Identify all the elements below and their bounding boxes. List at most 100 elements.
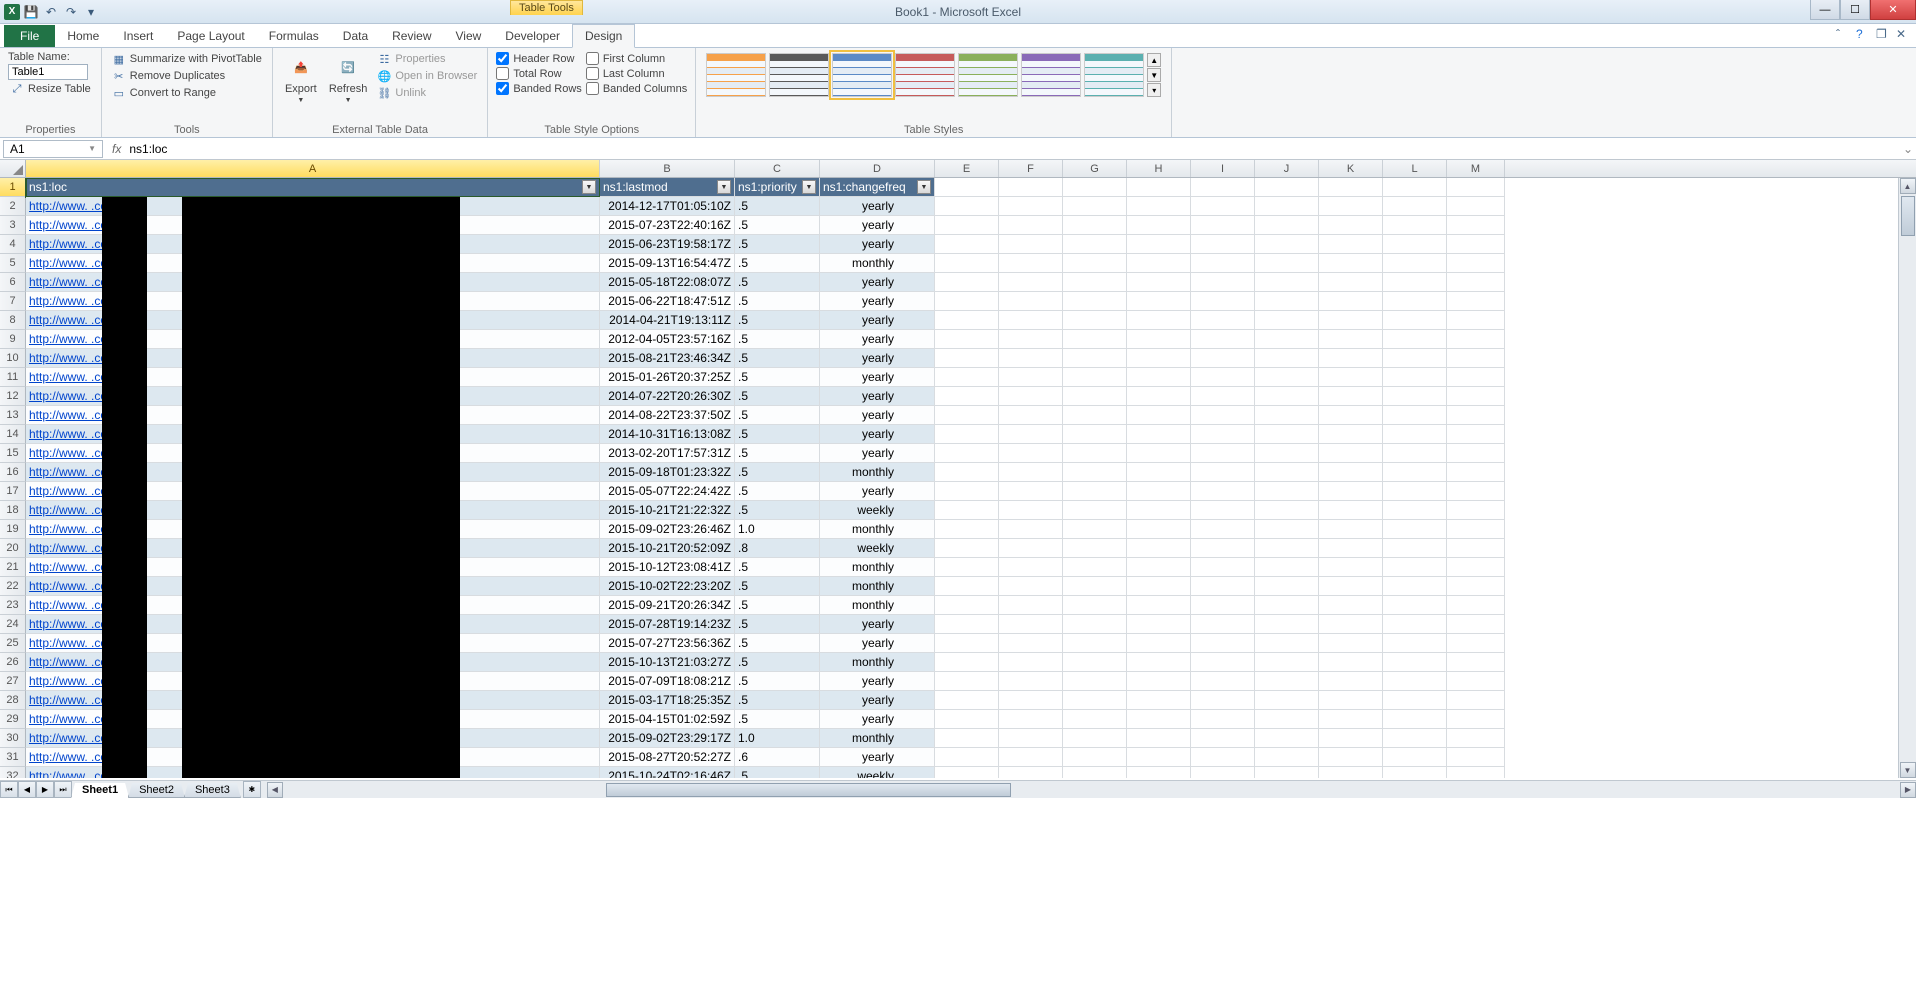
cell[interactable] — [1319, 197, 1383, 216]
undo-icon[interactable]: ↶ — [42, 3, 60, 21]
cell[interactable] — [1447, 311, 1505, 330]
sheet-tab[interactable]: Sheet2 — [128, 783, 185, 798]
header-row-checkbox[interactable]: Header Row — [496, 51, 582, 66]
cell[interactable] — [1127, 748, 1191, 767]
cell[interactable] — [999, 406, 1063, 425]
cell[interactable] — [1191, 691, 1255, 710]
cell[interactable] — [1319, 767, 1383, 778]
row-header[interactable]: 32 — [0, 767, 26, 778]
cell[interactable] — [1191, 596, 1255, 615]
cell[interactable]: .5 — [735, 501, 820, 520]
cell[interactable]: yearly — [820, 425, 935, 444]
row-header[interactable]: 14 — [0, 425, 26, 444]
cell[interactable] — [1063, 710, 1127, 729]
select-all-corner[interactable] — [0, 160, 26, 177]
cell[interactable] — [1063, 748, 1127, 767]
row-header[interactable]: 19 — [0, 520, 26, 539]
cell[interactable] — [1319, 368, 1383, 387]
cell[interactable] — [1255, 729, 1319, 748]
cell[interactable]: 2014-04-21T19:13:11Z — [600, 311, 735, 330]
cell[interactable]: ns1:loc▼ — [26, 178, 600, 197]
excel-icon[interactable]: X — [4, 4, 20, 20]
cell[interactable] — [1319, 330, 1383, 349]
table-style-swatch[interactable] — [769, 53, 829, 97]
summarize-pivot-button[interactable]: ▦Summarize with PivotTable — [110, 51, 264, 67]
cell[interactable] — [935, 178, 999, 197]
cell[interactable] — [999, 767, 1063, 778]
row-header[interactable]: 18 — [0, 501, 26, 520]
column-header[interactable]: I — [1191, 160, 1255, 177]
cell[interactable]: 2015-10-13T21:03:27Z — [600, 653, 735, 672]
cell[interactable]: .5 — [735, 634, 820, 653]
cell[interactable]: 2015-09-18T01:23:32Z — [600, 463, 735, 482]
resize-table-button[interactable]: ⤢Resize Table — [8, 81, 93, 97]
column-header[interactable]: A — [26, 160, 600, 177]
cell[interactable] — [1127, 596, 1191, 615]
cell[interactable]: .8 — [735, 539, 820, 558]
cell[interactable] — [1127, 653, 1191, 672]
cell[interactable] — [1383, 330, 1447, 349]
cell[interactable]: .5 — [735, 596, 820, 615]
redo-icon[interactable]: ↷ — [62, 3, 80, 21]
cell[interactable] — [935, 577, 999, 596]
tab-design[interactable]: Design — [572, 24, 635, 48]
cell[interactable] — [1191, 368, 1255, 387]
cell[interactable] — [935, 520, 999, 539]
cell[interactable] — [1063, 425, 1127, 444]
table-style-swatch[interactable] — [1021, 53, 1081, 97]
cell[interactable] — [1191, 653, 1255, 672]
cell[interactable] — [1255, 748, 1319, 767]
cell[interactable] — [1447, 748, 1505, 767]
cell[interactable] — [1127, 710, 1191, 729]
cell[interactable] — [1447, 292, 1505, 311]
cell[interactable] — [1447, 767, 1505, 778]
cell[interactable] — [999, 691, 1063, 710]
cell[interactable] — [935, 292, 999, 311]
cell[interactable]: yearly — [820, 216, 935, 235]
cell[interactable] — [1127, 482, 1191, 501]
cell[interactable] — [935, 349, 999, 368]
cell[interactable]: yearly — [820, 748, 935, 767]
cell[interactable] — [1191, 197, 1255, 216]
cell[interactable] — [1383, 615, 1447, 634]
cell[interactable] — [1127, 577, 1191, 596]
cell[interactable] — [935, 406, 999, 425]
cell[interactable]: yearly — [820, 387, 935, 406]
cell[interactable]: monthly — [820, 577, 935, 596]
cell[interactable]: 2015-05-07T22:24:42Z — [600, 482, 735, 501]
cell[interactable] — [1127, 444, 1191, 463]
cell[interactable] — [1063, 653, 1127, 672]
cell[interactable] — [1127, 501, 1191, 520]
cell[interactable]: weekly — [820, 539, 935, 558]
cell[interactable] — [1255, 178, 1319, 197]
help-icon[interactable]: ? — [1856, 27, 1870, 41]
cell[interactable] — [1191, 425, 1255, 444]
cell[interactable]: 2015-09-02T23:26:46Z — [600, 520, 735, 539]
cell[interactable]: yearly — [820, 482, 935, 501]
cell[interactable] — [1127, 368, 1191, 387]
cell[interactable] — [1255, 444, 1319, 463]
scroll-left-button[interactable]: ◀ — [267, 782, 283, 798]
cell[interactable]: weekly — [820, 767, 935, 778]
cell[interactable] — [1447, 216, 1505, 235]
cell[interactable] — [1383, 197, 1447, 216]
cell[interactable] — [1063, 387, 1127, 406]
cell[interactable] — [999, 330, 1063, 349]
cell[interactable]: .6 — [735, 748, 820, 767]
cell[interactable] — [1127, 729, 1191, 748]
cell[interactable] — [1063, 444, 1127, 463]
cell[interactable] — [1319, 653, 1383, 672]
cell[interactable] — [1447, 653, 1505, 672]
cell[interactable]: ns1:priority▼ — [735, 178, 820, 197]
cell[interactable]: yearly — [820, 444, 935, 463]
banded-columns-checkbox[interactable]: Banded Columns — [586, 81, 687, 96]
cell[interactable]: 2015-07-27T23:56:36Z — [600, 634, 735, 653]
cell[interactable] — [1447, 330, 1505, 349]
cell[interactable] — [935, 729, 999, 748]
cell[interactable]: 2015-09-02T23:29:17Z — [600, 729, 735, 748]
cell[interactable] — [1127, 235, 1191, 254]
cell[interactable] — [1063, 482, 1127, 501]
cell[interactable] — [1383, 425, 1447, 444]
cell[interactable] — [1447, 254, 1505, 273]
row-header[interactable]: 6 — [0, 273, 26, 292]
